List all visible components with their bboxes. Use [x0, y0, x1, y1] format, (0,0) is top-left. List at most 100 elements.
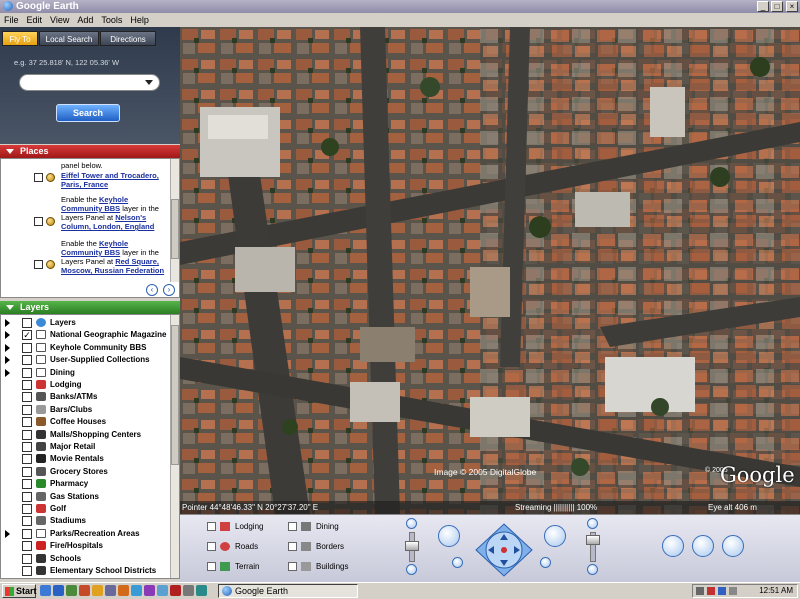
place-link[interactable]: Eiffel Tower and Trocadero, Paris, Franc… — [61, 171, 159, 189]
places-scrollbar[interactable] — [170, 159, 179, 282]
north-icon[interactable] — [452, 557, 463, 568]
layer-row[interactable]: Golf — [5, 503, 173, 515]
layer-row[interactable]: Pharmacy — [5, 478, 173, 490]
layer-checkbox[interactable] — [22, 516, 32, 527]
chevron-down-icon[interactable] — [145, 80, 153, 85]
menu-add[interactable]: Add — [73, 13, 97, 27]
layer-row[interactable]: Lodging — [5, 379, 173, 391]
zoom-in-icon[interactable] — [406, 518, 417, 529]
quicklaunch-icon[interactable] — [170, 585, 181, 596]
layer-row[interactable]: Layers — [5, 317, 173, 329]
layer-checkbox[interactable] — [22, 466, 32, 477]
tray-icon[interactable] — [696, 587, 704, 595]
layer-row[interactable]: Schools — [5, 553, 173, 565]
layer-checkbox[interactable] — [22, 318, 32, 328]
scrollbar-thumb[interactable] — [171, 325, 179, 465]
volume-icon[interactable] — [729, 587, 737, 595]
layers-header[interactable]: Layers — [0, 301, 180, 314]
expand-arrow-icon[interactable] — [5, 529, 10, 538]
expand-arrow-icon[interactable] — [5, 343, 10, 352]
tray-icon[interactable] — [718, 587, 726, 595]
layer-row[interactable]: Gas Stations — [5, 491, 173, 503]
layer-row[interactable]: Parks/Recreation Areas — [5, 528, 173, 540]
maximize-button[interactable]: □ — [771, 1, 783, 12]
expand-arrow-icon[interactable] — [5, 356, 10, 365]
scrollbar-thumb[interactable] — [171, 199, 179, 259]
layers-scrollbar[interactable] — [170, 315, 179, 578]
layer-checkbox[interactable] — [22, 442, 32, 452]
layer-row[interactable]: Major Retail — [5, 441, 173, 453]
tab-local-search[interactable]: Local Search — [39, 31, 99, 46]
menu-file[interactable]: File — [0, 13, 23, 27]
desktop-icon[interactable] — [40, 585, 51, 596]
tab-fly-to[interactable]: Fly To — [2, 31, 38, 46]
place-checkbox[interactable] — [34, 173, 43, 182]
places-header[interactable]: Places — [0, 145, 180, 158]
tilt-down-icon[interactable] — [587, 564, 598, 575]
lodging-checkbox[interactable] — [207, 522, 216, 531]
layer-row[interactable]: Bars/Clubs — [5, 404, 173, 416]
layer-checkbox[interactable] — [22, 417, 32, 428]
layer-row[interactable]: Malls/Shopping Centers — [5, 429, 173, 441]
layer-checkbox[interactable] — [22, 528, 32, 539]
quicklaunch-icon[interactable] — [157, 585, 168, 596]
layer-checkbox[interactable] — [22, 504, 32, 514]
rotate-left-icon[interactable] — [438, 525, 460, 547]
quicklaunch-icon[interactable] — [92, 585, 103, 596]
next-icon[interactable]: › — [163, 284, 175, 296]
layer-checkbox[interactable] — [22, 429, 32, 440]
layer-row[interactable]: Dining — [5, 367, 173, 379]
layer-row[interactable]: Movie Rentals — [5, 453, 173, 465]
layer-row[interactable]: Grocery Stores — [5, 466, 173, 478]
layer-checkbox[interactable] — [22, 566, 32, 576]
layer-row[interactable]: ✓ National Geographic Magazine — [5, 329, 173, 341]
menu-view[interactable]: View — [46, 13, 73, 27]
search-button[interactable]: Search — [56, 104, 120, 122]
layer-row[interactable]: Coffee Houses — [5, 416, 173, 428]
ie-icon[interactable] — [53, 585, 64, 596]
layer-checkbox[interactable] — [22, 367, 32, 378]
previous-icon[interactable]: ‹ — [146, 284, 158, 296]
expand-arrow-icon[interactable] — [5, 319, 10, 327]
layer-checkbox[interactable] — [22, 491, 32, 502]
rotate-right-icon[interactable] — [544, 525, 566, 547]
layer-checkbox[interactable] — [22, 541, 32, 552]
map-viewer[interactable]: Image © 2005 DigitalGlobe © 2005 Google … — [180, 27, 800, 514]
zoom-slider-knob[interactable] — [405, 541, 419, 551]
layer-checkbox[interactable] — [22, 380, 32, 390]
taskbar-google-earth[interactable]: Google Earth — [218, 584, 358, 598]
layer-checkbox[interactable] — [22, 404, 32, 415]
layer-row[interactable]: Banks/ATMs — [5, 391, 173, 403]
tab-directions[interactable]: Directions — [100, 31, 156, 46]
menu-help[interactable]: Help — [126, 13, 153, 27]
terrain-checkbox[interactable] — [207, 562, 216, 571]
layer-checkbox[interactable]: ✓ — [22, 330, 32, 341]
start-button[interactable]: Start — [2, 584, 37, 598]
expand-arrow-icon[interactable] — [5, 331, 10, 340]
dining-checkbox[interactable] — [288, 522, 297, 531]
firefox-icon[interactable] — [118, 585, 129, 596]
zoom-out-icon[interactable] — [406, 564, 417, 575]
borders-checkbox[interactable] — [288, 542, 297, 551]
quicklaunch-icon[interactable] — [79, 585, 90, 596]
menu-tools[interactable]: Tools — [97, 13, 126, 27]
layer-row[interactable]: Elementary School Districts — [5, 565, 173, 577]
expand-arrow-icon[interactable] — [5, 368, 10, 377]
printer-icon[interactable] — [692, 535, 714, 557]
layer-row[interactable]: Fire/Hospitals — [5, 540, 173, 552]
email-icon[interactable] — [722, 535, 744, 557]
roads-checkbox[interactable] — [207, 542, 216, 551]
minimize-button[interactable]: _ — [757, 1, 769, 12]
print-icon[interactable] — [662, 535, 684, 557]
layer-checkbox[interactable] — [22, 392, 32, 403]
fly-to-input[interactable] — [19, 74, 160, 91]
place-checkbox[interactable] — [34, 217, 43, 226]
quicklaunch-icon[interactable] — [183, 585, 194, 596]
tray-icon[interactable] — [707, 587, 715, 595]
layer-checkbox[interactable] — [22, 355, 32, 366]
quicklaunch-icon[interactable] — [131, 585, 142, 596]
layer-checkbox[interactable] — [22, 553, 32, 564]
layer-row[interactable]: Keyhole Community BBS — [5, 342, 173, 354]
quicklaunch-icon[interactable] — [105, 585, 116, 596]
tilt-up-icon[interactable] — [587, 518, 598, 529]
